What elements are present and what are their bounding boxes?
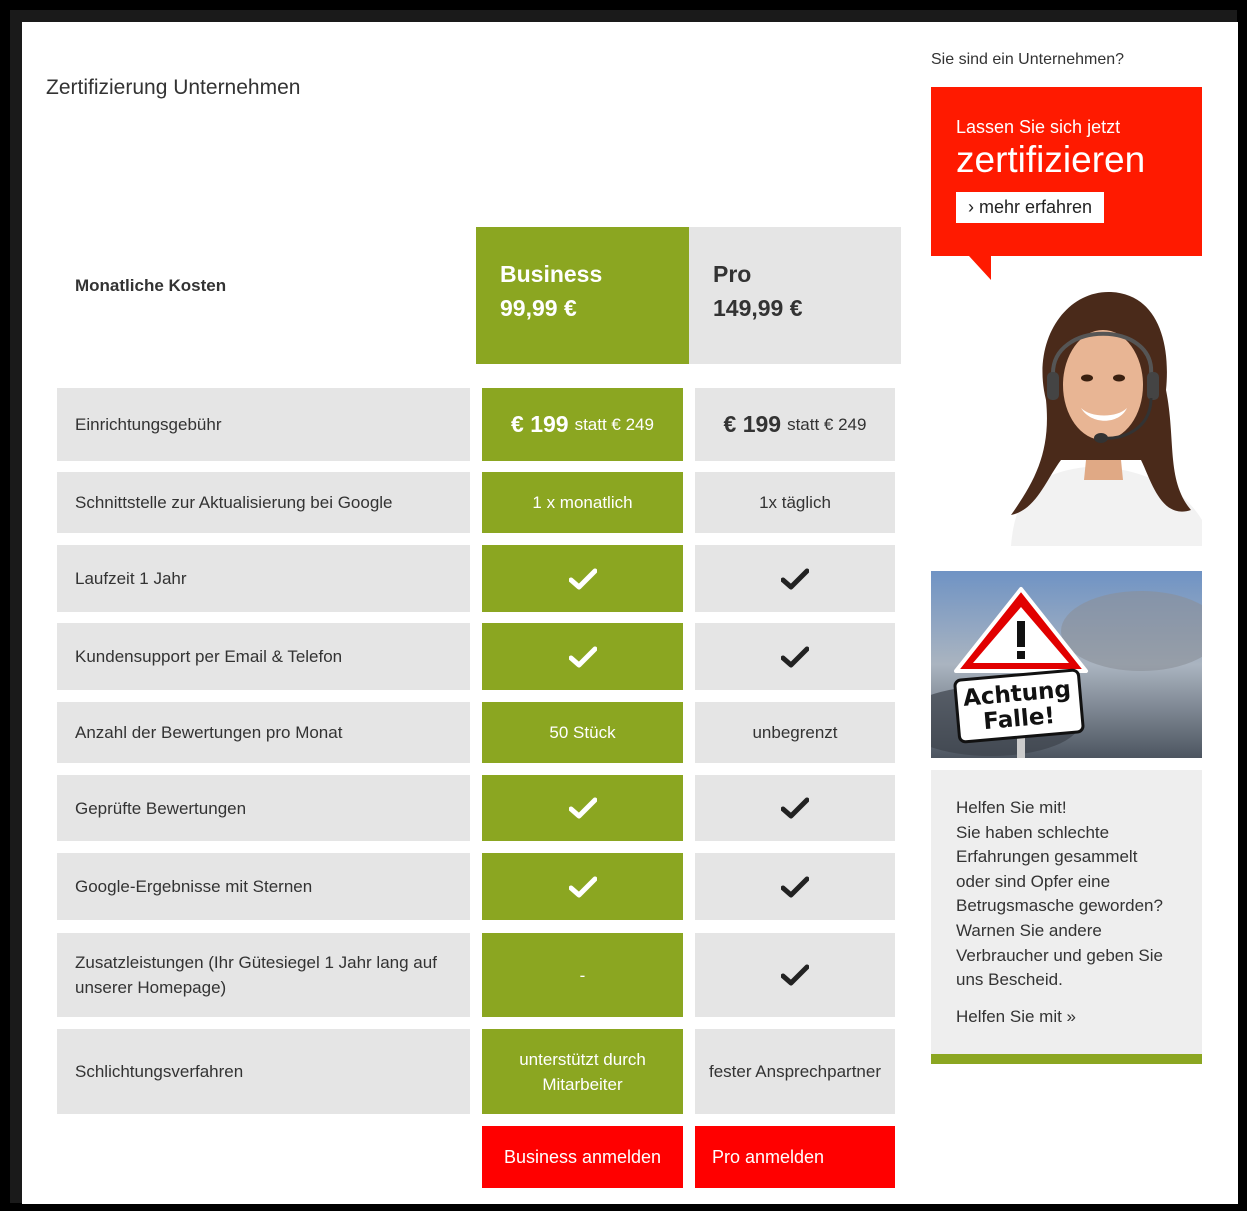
check-icon <box>695 623 895 690</box>
promo-line-1: Lassen Sie sich jetzt <box>956 117 1121 137</box>
help-text-line: Warnen Sie andere <box>956 920 1102 940</box>
plan-header-pro: Pro 149,99 € <box>689 227 901 364</box>
sidebar-question: Sie sind ein Unternehmen? <box>931 51 1125 68</box>
help-text: Helfen Sie mit! Sie haben schlechte Erfahr… <box>956 796 1190 993</box>
help-text-line: Sie haben schlechte <box>956 822 1110 842</box>
check-icon <box>482 545 683 612</box>
cell-business: 50 Stück <box>482 702 683 763</box>
check-icon <box>695 933 895 1017</box>
fee-price-pro: € 199 <box>723 411 782 437</box>
fee-old-pro: statt € 249 <box>787 415 867 434</box>
row-label: Google-Ergebnisse mit Sternen <box>57 853 470 920</box>
promo-speech-tail <box>969 256 991 280</box>
fee-price-business: € 199 <box>511 411 569 437</box>
certify-promo-box[interactable]: Lassen Sie sich jetzt zertifizieren › me… <box>931 87 1202 256</box>
page-title: Zertifizierung Unternehmen <box>46 76 301 99</box>
row-label: Laufzeit 1 Jahr <box>57 545 470 612</box>
help-text-line: Erfahrungen gesammelt <box>956 847 1138 867</box>
cell-business: unterstützt durch Mitarbeiter <box>482 1029 683 1114</box>
promo-line-2: zertifizieren <box>956 139 1146 180</box>
cell-business: 1 x monatlich <box>482 472 683 533</box>
support-agent-photo <box>1011 291 1202 546</box>
row-label: Anzahl der Bewertungen pro Monat <box>57 702 470 763</box>
more-info-button[interactable]: › mehr erfahren <box>956 192 1105 223</box>
check-icon <box>482 775 683 841</box>
business-signup-button[interactable]: Business anmelden <box>482 1126 683 1188</box>
help-text-line: oder sind Opfer eine <box>956 871 1111 891</box>
monthly-cost-label: Monatliche Kosten <box>75 276 227 295</box>
cell-pro: fester Ansprechpartner <box>695 1029 895 1114</box>
plan-header-business: Business 99,99 € <box>476 227 689 364</box>
pro-signup-button[interactable]: Pro anmelden <box>695 1126 895 1188</box>
cell-pro: 1x täglich <box>695 472 895 533</box>
check-icon <box>695 853 895 920</box>
setup-fee-business: € 199 statt € 249 <box>482 388 683 461</box>
plan-price-pro: 149,99 € <box>713 295 803 321</box>
help-text-line: uns Bescheid. <box>956 970 1063 990</box>
row-label: Geprüfte Bewertungen <box>57 775 470 841</box>
cell-business: - <box>482 933 683 1017</box>
check-icon <box>695 775 895 841</box>
check-icon <box>695 545 895 612</box>
help-text-line: Helfen Sie mit! <box>956 798 1067 817</box>
row-label: Schnittstelle zur Aktualisierung bei Goo… <box>57 472 470 533</box>
plan-price-business: 99,99 € <box>500 295 577 321</box>
row-label-setup-fee: Einrichtungsgebühr <box>57 388 470 461</box>
check-icon <box>482 853 683 920</box>
help-link[interactable]: Helfen Sie mit » <box>956 1005 1190 1030</box>
help-text-line: Betrugsmasche geworden? <box>956 896 1163 916</box>
plan-name-pro: Pro <box>713 261 752 287</box>
help-box: Helfen Sie mit! Sie haben schlechte Erfahr… <box>931 770 1202 1064</box>
setup-fee-pro: € 199 statt € 249 <box>695 388 895 461</box>
check-icon <box>482 623 683 690</box>
row-label: Kundensupport per Email & Telefon <box>57 623 470 690</box>
help-text-line: Verbraucher und geben Sie <box>956 945 1163 965</box>
fee-old-business: statt € 249 <box>574 415 654 434</box>
row-label: Zusatzleistungen (Ihr Gütesiegel 1 Jahr … <box>57 933 470 1017</box>
plan-name-business: Business <box>500 261 603 287</box>
warning-sign-image: Achtung Falle! <box>931 571 1202 758</box>
cell-pro: unbegrenzt <box>695 702 895 763</box>
row-label: Schlichtungsverfahren <box>57 1029 470 1114</box>
